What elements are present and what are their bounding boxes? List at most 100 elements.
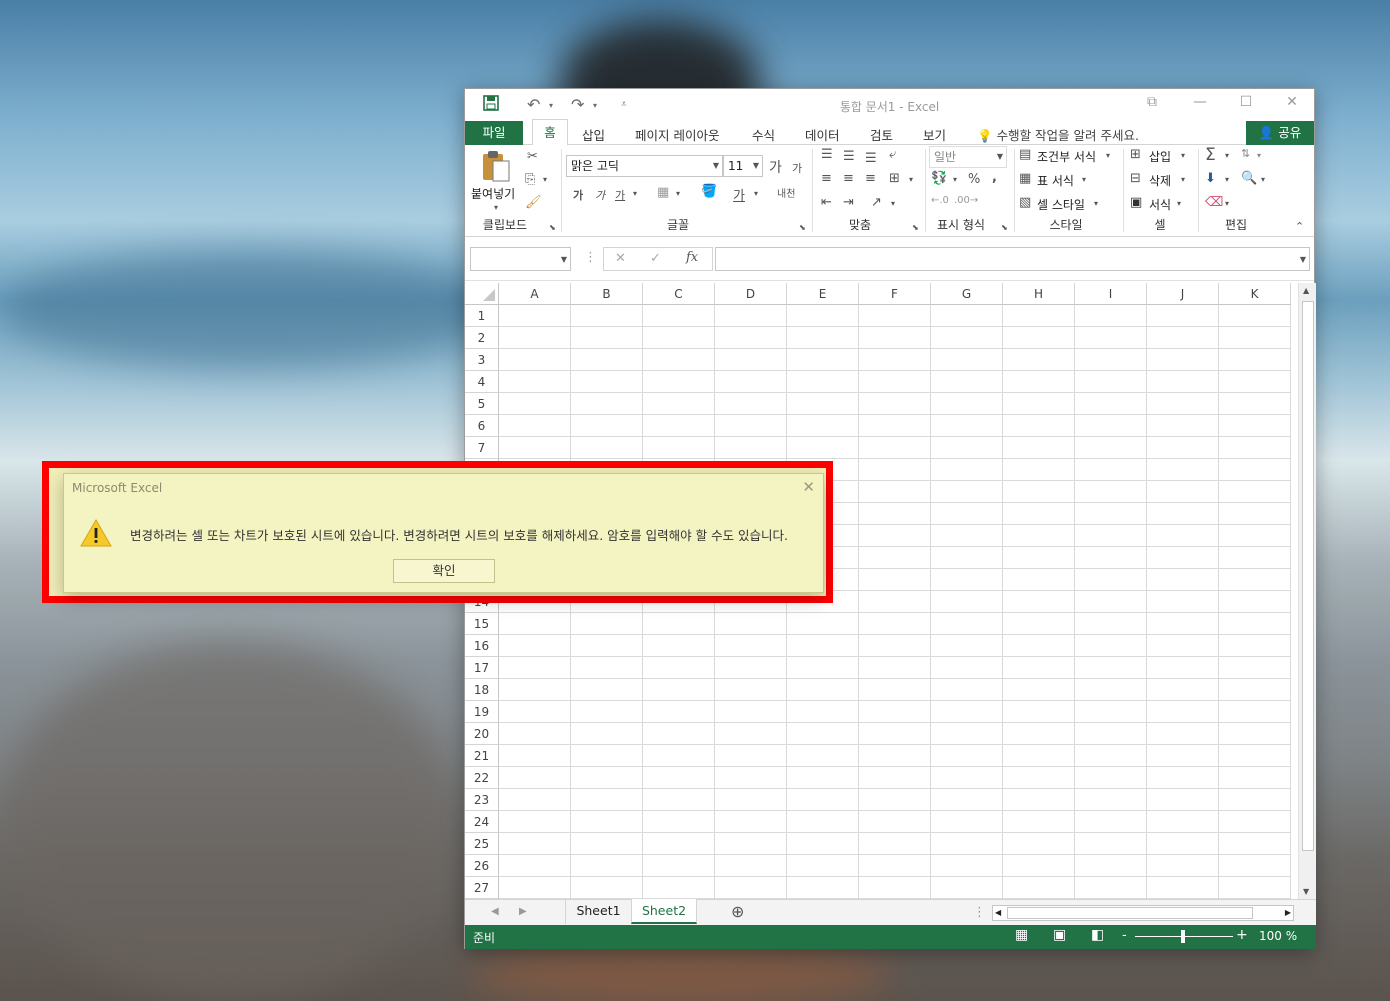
insert-dropdown-icon[interactable]: ▾ bbox=[1181, 151, 1185, 160]
dialog-close-icon[interactable]: ✕ bbox=[802, 478, 815, 496]
tab-page-layout[interactable]: 페이지 레이아웃 bbox=[635, 125, 719, 144]
copy-icon[interactable]: ⎘ bbox=[525, 172, 535, 187]
row-header-22[interactable]: 22 bbox=[465, 767, 499, 789]
delete-cells-button[interactable]: 삭제 bbox=[1149, 172, 1171, 189]
tab-split-icon[interactable]: ⋮ bbox=[973, 905, 986, 920]
sort-filter-dropdown-icon[interactable]: ▾ bbox=[1257, 151, 1261, 160]
decrease-indent-icon[interactable]: ⇤ bbox=[821, 195, 832, 210]
row-header-5[interactable]: 5 bbox=[465, 393, 499, 415]
row-header-16[interactable]: 16 bbox=[465, 635, 499, 657]
insert-cells-icon[interactable]: ⊞ bbox=[1130, 147, 1141, 162]
fill-icon[interactable]: ⬇ bbox=[1205, 171, 1216, 186]
scroll-down-icon[interactable]: ▼ bbox=[1303, 887, 1309, 896]
column-header-j[interactable]: J bbox=[1147, 283, 1219, 305]
italic-button[interactable]: 가 bbox=[595, 187, 605, 203]
copy-dropdown-icon[interactable]: ▾ bbox=[543, 175, 547, 184]
tab-view[interactable]: 보기 bbox=[923, 125, 946, 144]
page-layout-view-icon[interactable]: ▣ bbox=[1053, 927, 1066, 943]
ribbon-display-icon[interactable]: ⧉ bbox=[1132, 94, 1172, 110]
format-as-table-button[interactable]: 표 서식 bbox=[1037, 172, 1074, 189]
align-top-icon[interactable]: ☰ bbox=[821, 147, 833, 162]
prev-sheet-icon[interactable]: ◀ bbox=[491, 906, 499, 917]
insert-cells-button[interactable]: 삽입 bbox=[1149, 148, 1171, 165]
format-as-table-icon[interactable]: ▦ bbox=[1019, 171, 1031, 186]
clear-dropdown-icon[interactable]: ▾ bbox=[1225, 199, 1229, 208]
horizontal-scrollbar[interactable]: ◀ ▶ bbox=[992, 905, 1294, 921]
font-color-button[interactable]: 가 bbox=[733, 185, 745, 204]
increase-decimal-icon[interactable]: ←.0 bbox=[931, 195, 949, 206]
close-icon[interactable]: ✕ bbox=[1272, 94, 1312, 110]
shrink-font-icon[interactable]: 가 bbox=[792, 160, 802, 176]
fill-dropdown-icon[interactable]: ▾ bbox=[1225, 175, 1229, 184]
tab-home[interactable]: 홈 bbox=[532, 119, 568, 146]
column-header-h[interactable]: H bbox=[1003, 283, 1075, 305]
ok-button[interactable]: 확인 bbox=[393, 559, 495, 583]
tab-formulas[interactable]: 수식 bbox=[752, 125, 775, 144]
underline-button[interactable]: 가 bbox=[615, 187, 625, 203]
collapse-ribbon-icon[interactable]: ⌃ bbox=[1295, 220, 1304, 233]
row-header-3[interactable]: 3 bbox=[465, 349, 499, 371]
accounting-dropdown-icon[interactable]: ▾ bbox=[953, 175, 957, 184]
find-dropdown-icon[interactable]: ▾ bbox=[1261, 175, 1265, 184]
cancel-icon[interactable]: ✕ bbox=[615, 251, 626, 266]
tab-file[interactable]: 파일 bbox=[465, 121, 523, 145]
name-box[interactable]: ▼ bbox=[470, 247, 571, 271]
conditional-dropdown-icon[interactable]: ▾ bbox=[1106, 151, 1110, 160]
expand-formula-icon[interactable]: ▼ bbox=[1300, 250, 1306, 270]
row-header-19[interactable]: 19 bbox=[465, 701, 499, 723]
normal-view-icon[interactable]: ▦ bbox=[1015, 927, 1028, 943]
row-header-6[interactable]: 6 bbox=[465, 415, 499, 437]
vertical-scrollbar[interactable]: ▲ ▼ bbox=[1298, 283, 1316, 899]
number-launcher-icon[interactable]: ⬊ bbox=[1001, 223, 1008, 232]
row-header-27[interactable]: 27 bbox=[465, 877, 499, 899]
format-painter-icon[interactable]: 🖌 bbox=[525, 195, 542, 210]
format-cells-icon[interactable]: ▣ bbox=[1130, 195, 1142, 210]
number-format-combo[interactable]: 일반 ▼ bbox=[929, 146, 1007, 168]
merge-center-icon[interactable]: ⊞ bbox=[889, 171, 900, 186]
phonetic-icon[interactable]: 내천 bbox=[777, 185, 795, 200]
row-header-1[interactable]: 1 bbox=[465, 305, 499, 327]
minimize-icon[interactable]: — bbox=[1180, 94, 1220, 110]
column-header-d[interactable]: D bbox=[715, 283, 787, 305]
sheet-tab-sheet2[interactable]: Sheet2 bbox=[631, 899, 697, 924]
column-header-e[interactable]: E bbox=[787, 283, 859, 305]
scroll-left-icon[interactable]: ◀ bbox=[995, 908, 1001, 917]
delete-cells-icon[interactable]: ⊟ bbox=[1130, 171, 1141, 186]
format-dropdown-icon[interactable]: ▾ bbox=[1177, 199, 1181, 208]
wrap-text-icon[interactable]: ⤶ bbox=[889, 147, 896, 162]
maximize-icon[interactable]: ☐ bbox=[1226, 94, 1266, 110]
zoom-out-button[interactable]: - bbox=[1122, 928, 1127, 943]
number-format-dropdown-icon[interactable]: ▼ bbox=[997, 147, 1003, 167]
borders-dropdown-icon[interactable]: ▾ bbox=[676, 189, 680, 198]
cell-styles-icon[interactable]: ▧ bbox=[1019, 195, 1031, 210]
row-header-25[interactable]: 25 bbox=[465, 833, 499, 855]
zoom-level[interactable]: 100 % bbox=[1259, 929, 1297, 943]
sort-filter-icon[interactable]: ⇅ bbox=[1241, 147, 1250, 160]
page-break-view-icon[interactable]: ◧ bbox=[1091, 927, 1104, 943]
orientation-dropdown-icon[interactable]: ▾ bbox=[891, 199, 895, 208]
cell-styles-dropdown-icon[interactable]: ▾ bbox=[1094, 199, 1098, 208]
font-name-combo[interactable]: 맑은 고딕 ▼ bbox=[566, 155, 723, 177]
h-scroll-thumb[interactable] bbox=[1007, 907, 1253, 919]
align-middle-icon[interactable]: ☰ bbox=[843, 149, 855, 164]
paste-icon[interactable] bbox=[479, 149, 515, 183]
next-sheet-icon[interactable]: ▶ bbox=[519, 906, 527, 917]
align-left-icon[interactable]: ≡ bbox=[821, 171, 832, 186]
underline-dropdown-icon[interactable]: ▾ bbox=[633, 189, 637, 198]
enter-icon[interactable]: ✓ bbox=[650, 251, 661, 266]
autosum-icon[interactable]: Σ bbox=[1205, 145, 1216, 165]
font-name-dropdown-icon[interactable]: ▼ bbox=[713, 156, 719, 176]
comma-button[interactable]: , bbox=[992, 170, 997, 185]
scroll-right-icon[interactable]: ▶ bbox=[1285, 908, 1291, 917]
decrease-decimal-icon[interactable]: .00→ bbox=[954, 195, 978, 206]
scroll-up-icon[interactable]: ▲ bbox=[1303, 286, 1309, 295]
conditional-formatting-icon[interactable]: ▤ bbox=[1019, 147, 1031, 162]
cell-styles-button[interactable]: 셀 스타일 bbox=[1037, 196, 1085, 213]
row-header-26[interactable]: 26 bbox=[465, 855, 499, 877]
tab-review[interactable]: 검토 bbox=[870, 125, 893, 144]
clear-icon[interactable]: ⌫ bbox=[1205, 195, 1223, 210]
share-button[interactable]: 👤 공유 bbox=[1246, 121, 1314, 145]
row-header-4[interactable]: 4 bbox=[465, 371, 499, 393]
autosum-dropdown-icon[interactable]: ▾ bbox=[1225, 151, 1229, 160]
font-size-combo[interactable]: 11 ▼ bbox=[723, 155, 763, 177]
